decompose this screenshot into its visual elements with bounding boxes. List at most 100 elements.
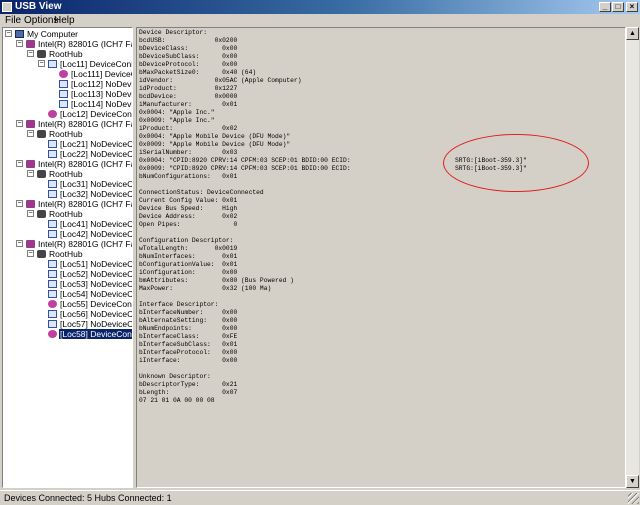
usb-port-icon	[48, 270, 57, 278]
descriptor-line: bInterfaceNumber: 0x00	[139, 309, 238, 316]
usb-port-icon	[48, 260, 57, 268]
descriptor-line: bDescriptorType: 0x21	[139, 381, 238, 388]
usb-controller-icon	[26, 240, 35, 248]
tree-node-label: Intel(R) 82801G (ICH7 Family) U	[38, 39, 132, 49]
descriptor-line: bNumInterfaces: 0x01	[139, 253, 238, 260]
tree-node-label: [Loc55] DeviceConnect	[60, 299, 132, 309]
hub-icon	[37, 130, 46, 138]
title-bar: USB View _ □ ×	[0, 0, 640, 14]
tree-node-label: My Computer	[27, 29, 79, 39]
usb-device-connected-icon	[59, 70, 68, 78]
window-title: USB View	[15, 1, 62, 12]
usb-controller-icon	[26, 120, 35, 128]
tree-node-label: [Loc53] NoDeviceConn	[60, 279, 133, 289]
device-tree[interactable]: −My Computer−Intel(R) 82801G (ICH7 Famil…	[2, 27, 133, 488]
descriptor-line: iManufacturer: 0x01	[139, 101, 238, 108]
usb-device-connected-icon	[48, 330, 57, 338]
tree-node-label: [Loc112] NoDevic	[71, 79, 133, 89]
descriptor-line: 0x0004: "Apple Inc."	[139, 109, 215, 116]
usb-port-icon	[48, 140, 57, 148]
tree-node-label: Intel(R) 82801G (ICH7 Family) U	[38, 199, 132, 209]
usb-device-connected-icon	[48, 300, 57, 308]
menu-help[interactable]: Help	[54, 15, 75, 27]
tree-node-label: [Loc54] NoDeviceConn	[60, 289, 133, 299]
vertical-scrollbar[interactable]: ▲ ▼	[626, 27, 639, 488]
descriptor-line: wTotalLength: 0x0019	[139, 245, 238, 252]
usb-port-icon	[48, 220, 57, 228]
tree-node-label: [Loc41] NoDeviceConn	[60, 219, 133, 229]
descriptor-line: bNumEndpoints: 0x00	[139, 325, 238, 332]
descriptor-line: bInterfaceSubClass: 0x01	[139, 341, 238, 348]
hub-icon	[37, 210, 46, 218]
hub-icon	[37, 50, 46, 58]
descriptor-line: Device Bus Speed: High	[139, 205, 238, 212]
usb-port-icon	[48, 310, 57, 318]
close-button[interactable]: ×	[626, 2, 638, 12]
tree-node-label: RootHub	[49, 209, 83, 219]
collapse-toggle-icon[interactable]: −	[27, 130, 34, 137]
menu-bar: File Options Help	[0, 14, 640, 28]
scroll-up-arrow-icon[interactable]: ▲	[626, 27, 639, 40]
usb-controller-icon	[26, 40, 35, 48]
collapse-toggle-icon[interactable]: −	[27, 250, 34, 257]
tree-node-label: [Loc58] DeviceConnect	[59, 329, 132, 339]
usb-port-icon	[48, 180, 57, 188]
maximize-button[interactable]: □	[612, 2, 624, 12]
minimize-button[interactable]: _	[599, 2, 611, 12]
menu-file[interactable]: File	[5, 15, 21, 27]
descriptor-line: MaxPower: 0x32 (100 Ma)	[139, 285, 272, 292]
tree-node-label: [Loc11] DeviceConnecte	[60, 59, 132, 69]
descriptor-line: bAlternateSetting: 0x00	[139, 317, 238, 324]
descriptor-line: bLength: 0x07	[139, 389, 238, 396]
usb-port-icon	[48, 290, 57, 298]
tree-node-label: [Loc51] NoDeviceConn	[60, 259, 133, 269]
scroll-down-arrow-icon[interactable]: ▼	[626, 475, 639, 488]
descriptor-line: bcdDevice: 0x0000	[139, 93, 238, 100]
descriptor-line: bcdUSB: 0x0200	[139, 37, 238, 44]
usb-port-icon	[59, 90, 68, 98]
tree-node-label: [Loc57] NoDeviceConn	[60, 319, 133, 329]
descriptor-line: bmAttributes: 0x80 (Bus Powered )	[139, 277, 294, 284]
collapse-toggle-icon[interactable]: −	[16, 40, 23, 47]
resize-grip-icon[interactable]	[628, 493, 639, 504]
collapse-toggle-icon[interactable]: −	[16, 160, 23, 167]
tree-node-label: [Loc111] DeviceCo	[71, 69, 132, 79]
descriptor-line: bDeviceClass: 0x00	[139, 45, 238, 52]
descriptor-line: Device Descriptor:	[139, 29, 208, 36]
collapse-toggle-icon[interactable]: −	[5, 30, 12, 37]
descriptor-line: bDeviceProtocol: 0x00	[139, 61, 238, 68]
collapse-toggle-icon[interactable]: −	[16, 240, 23, 247]
tree-node-label: Intel(R) 82801G (ICH7 Family) U	[38, 159, 132, 169]
usb-device-icon	[48, 60, 57, 68]
descriptor-line: Configuration Descriptor:	[139, 237, 234, 244]
tree-node-label: RootHub	[49, 49, 83, 59]
usb-port-icon	[59, 80, 68, 88]
collapse-toggle-icon[interactable]: −	[27, 170, 34, 177]
computer-icon	[15, 30, 24, 38]
tree-node-label: [Loc114] NoDevic	[71, 99, 133, 109]
collapse-toggle-icon[interactable]: −	[27, 50, 34, 57]
usb-controller-icon	[26, 160, 35, 168]
descriptor-line: iSerialNumber: 0x03	[139, 149, 238, 156]
tree-node-label: RootHub	[49, 249, 83, 259]
collapse-toggle-icon[interactable]: −	[16, 200, 23, 207]
tree-node-label: Intel(R) 82801G (ICH7 Family) U	[38, 119, 132, 129]
descriptor-line: 0x0009: "Apple Mobile Device (DFU Mode)"	[139, 141, 291, 148]
descriptor-line: Open Pipes: 0	[139, 221, 238, 228]
usb-port-icon	[48, 320, 57, 328]
descriptor-line: Current Config Value: 0x01	[139, 197, 238, 204]
usb-port-icon	[48, 190, 57, 198]
descriptor-line: 0x0004: "CPID:8920 CPRV:14 CPFM:03 SCEP:…	[139, 157, 351, 164]
collapse-toggle-icon[interactable]: −	[16, 120, 23, 127]
usb-port-icon	[59, 100, 68, 108]
collapse-toggle-icon[interactable]: −	[27, 210, 34, 217]
descriptor-line: bInterfaceProtocol: 0x00	[139, 349, 238, 356]
usb-port-icon	[48, 230, 57, 238]
descriptor-details-pane: Device Descriptor: bcdUSB: 0x0200 bDeviceC…	[136, 27, 626, 488]
tree-node-label: [Loc32] NoDeviceConn	[60, 189, 133, 199]
descriptor-line: bConfigurationValue: 0x01	[139, 261, 238, 268]
tree-node-label: [Loc42] NoDeviceConn	[60, 229, 133, 239]
descriptor-line: Device Address: 0x02	[139, 213, 238, 220]
descriptor-line: bMaxPacketSize0: 0x40 (64)	[139, 69, 257, 76]
collapse-toggle-icon[interactable]: −	[38, 60, 45, 67]
